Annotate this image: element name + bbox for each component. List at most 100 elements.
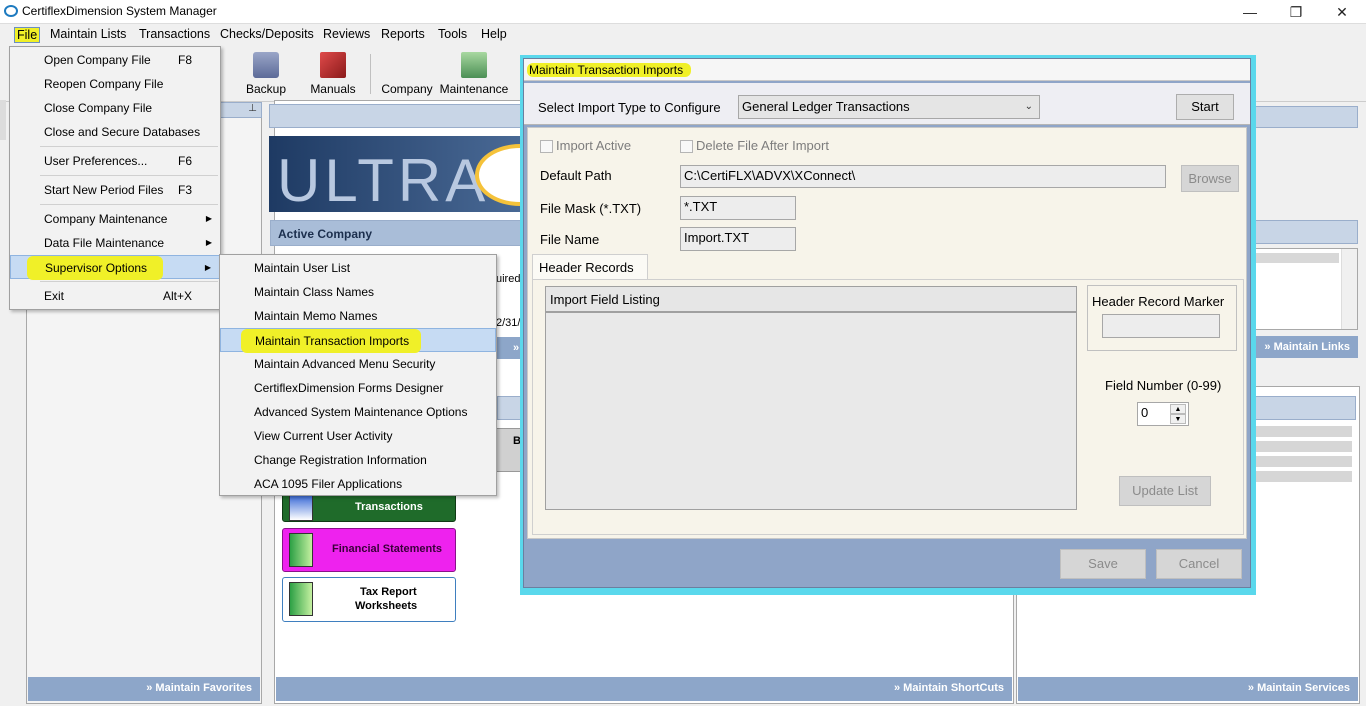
field-number-stepper[interactable]: 0 ▲ ▼ xyxy=(1137,402,1189,426)
menu-item-change-registration[interactable]: Change Registration Information xyxy=(220,448,496,472)
menu-item-supervisor-options[interactable]: Supervisor Options ▶ xyxy=(10,255,220,280)
menu-item-maintain-user-list[interactable]: Maintain User List xyxy=(220,256,496,280)
left-edge-strip xyxy=(0,100,6,140)
maintain-links-link[interactable]: » Maintain Links xyxy=(1250,336,1358,358)
manuals-button[interactable]: Manuals xyxy=(308,52,358,96)
menu-item-maintain-memo-names[interactable]: Maintain Memo Names xyxy=(220,304,496,328)
maintain-favorites-link[interactable]: » Maintain Favorites xyxy=(28,677,260,701)
manuals-label: Manuals xyxy=(310,82,356,96)
file-menu: Open Company File F8 Reopen Company File … xyxy=(9,46,221,310)
menu-item-advanced-menu-security[interactable]: Maintain Advanced Menu Security xyxy=(220,352,496,376)
tax-report-label: Tax Report xyxy=(360,586,417,598)
menu-checks-deposits[interactable]: Checks/Deposits xyxy=(220,27,314,41)
menu-separator xyxy=(40,204,218,205)
menu-item-aca-1095[interactable]: ACA 1095 Filer Applications xyxy=(220,472,496,496)
file-mask-label: File Mask (*.TXT) xyxy=(540,201,642,216)
stepper-up-icon[interactable]: ▲ xyxy=(1170,404,1186,414)
menu-item-user-preferences[interactable]: User Preferences... F6 xyxy=(10,149,220,173)
import-active-checkbox[interactable] xyxy=(540,140,553,153)
menu-reports[interactable]: Reports xyxy=(381,27,425,41)
backup-button[interactable]: Backup xyxy=(244,52,288,96)
cancel-button[interactable]: Cancel xyxy=(1156,549,1242,579)
ultra-banner: ULTRA xyxy=(269,136,525,212)
menu-item-data-file-maintenance[interactable]: Data File Maintenance ▶ xyxy=(10,231,220,255)
menu-item-forms-designer[interactable]: CertiflexDimension Forms Designer xyxy=(220,376,496,400)
dialog-body: Import Active Delete File After Import D… xyxy=(527,127,1247,539)
financial-statements-icon xyxy=(289,533,313,567)
services-header-bar xyxy=(1250,396,1356,420)
field-number-value: 0 xyxy=(1141,405,1149,420)
field-number-label: Field Number (0-99) xyxy=(1105,378,1222,393)
tax-report-icon xyxy=(289,582,313,616)
maintenance-icon xyxy=(461,52,487,78)
maintain-shortcuts-link[interactable]: » Maintain ShortCuts xyxy=(276,677,1012,701)
center-header-bar xyxy=(269,104,525,128)
tab-header-records[interactable]: Header Records xyxy=(532,254,648,280)
delete-after-label: Delete File After Import xyxy=(696,138,829,153)
right-second-header-bar xyxy=(1248,220,1358,244)
tax-report-tile[interactable]: Tax Report Worksheets xyxy=(282,577,456,622)
active-company-label: Active Company xyxy=(278,227,373,241)
import-type-value: General Ledger Transactions xyxy=(742,99,910,114)
menu-item-company-maintenance[interactable]: Company Maintenance ▶ xyxy=(10,207,220,231)
menu-separator xyxy=(40,146,218,147)
menu-item-close-and-secure[interactable]: Close and Secure Databases xyxy=(10,120,220,144)
menu-file[interactable]: File xyxy=(14,27,41,43)
file-name-input[interactable]: Import.TXT xyxy=(680,227,796,251)
company-label: Company xyxy=(381,82,433,96)
links-list-row xyxy=(1253,253,1339,263)
menu-item-close-company-file[interactable]: Close Company File xyxy=(10,96,220,120)
close-button[interactable]: ✕ xyxy=(1328,2,1356,22)
header-marker-group: Header Record Marker xyxy=(1087,285,1237,351)
header-marker-input[interactable] xyxy=(1102,314,1220,338)
transactions-tile[interactable]: Transactions xyxy=(282,492,456,522)
required-text: uired xyxy=(496,273,521,285)
app-icon xyxy=(4,5,18,17)
menu-item-view-user-activity[interactable]: View Current User Activity xyxy=(220,424,496,448)
menu-item-advanced-system-maintenance[interactable]: Advanced System Maintenance Options xyxy=(220,400,496,424)
file-name-label: File Name xyxy=(540,232,600,247)
menu-reviews[interactable]: Reviews xyxy=(323,27,370,41)
menu-item-reopen-company-file[interactable]: Reopen Company File xyxy=(10,72,220,96)
active-company-bar: Active Company xyxy=(270,220,524,246)
start-button[interactable]: Start xyxy=(1176,94,1234,120)
default-path-input[interactable]: C:\CertiFLX\ADVX\XConnect\ xyxy=(680,165,1166,188)
menu-item-exit[interactable]: Exit Alt+X xyxy=(10,284,220,308)
tab-content: Import Field Listing Header Record Marke… xyxy=(532,279,1244,535)
chevron-down-icon: ⌄ xyxy=(1024,101,1033,112)
maintain-services-link[interactable]: » Maintain Services xyxy=(1018,677,1358,701)
submenu-arrow-icon: ▶ xyxy=(205,214,212,223)
menu-item-maintain-transaction-imports[interactable]: Maintain Transaction Imports xyxy=(220,328,496,353)
stepper-down-icon[interactable]: ▼ xyxy=(1170,414,1186,424)
delete-after-checkbox[interactable] xyxy=(680,140,693,153)
backup-label: Backup xyxy=(245,82,287,96)
import-active-label: Import Active xyxy=(556,138,632,153)
financial-statements-label: Financial Statements xyxy=(332,543,443,555)
links-scrollbar[interactable] xyxy=(1341,249,1357,329)
menu-item-maintain-class-names[interactable]: Maintain Class Names xyxy=(220,280,496,304)
pin-icon[interactable]: ⊥ xyxy=(248,103,257,114)
menu-tools[interactable]: Tools xyxy=(438,27,467,41)
submenu-arrow-icon: ▶ xyxy=(205,238,212,247)
browse-button[interactable]: Browse xyxy=(1181,165,1239,192)
menu-transactions[interactable]: Transactions xyxy=(139,27,210,41)
toolbar-separator xyxy=(370,54,371,94)
file-mask-input[interactable]: *.TXT xyxy=(680,196,796,220)
minimize-button[interactable]: — xyxy=(1236,2,1264,22)
financial-statements-tile[interactable]: Financial Statements xyxy=(282,528,456,572)
update-list-button[interactable]: Update List xyxy=(1119,476,1211,506)
company-button[interactable]: Company xyxy=(380,52,434,96)
links-list xyxy=(1248,248,1358,330)
maintenance-button[interactable]: Maintenance xyxy=(436,52,512,96)
worksheets-label: Worksheets xyxy=(355,600,418,612)
menu-help[interactable]: Help xyxy=(481,27,507,41)
menu-item-open-company-file[interactable]: Open Company File F8 xyxy=(10,48,220,72)
window-title: CertiflexDimension System Manager xyxy=(22,4,217,18)
import-field-listing-label: Import Field Listing xyxy=(550,292,660,307)
menu-maintain-lists[interactable]: Maintain Lists xyxy=(50,27,126,41)
save-button[interactable]: Save xyxy=(1060,549,1146,579)
menu-item-start-new-period[interactable]: Start New Period Files F3 xyxy=(10,178,220,202)
import-type-select[interactable]: General Ledger Transactions ⌄ xyxy=(738,95,1040,119)
maximize-button[interactable]: ❐ xyxy=(1282,2,1310,22)
import-field-list[interactable] xyxy=(545,312,1077,510)
